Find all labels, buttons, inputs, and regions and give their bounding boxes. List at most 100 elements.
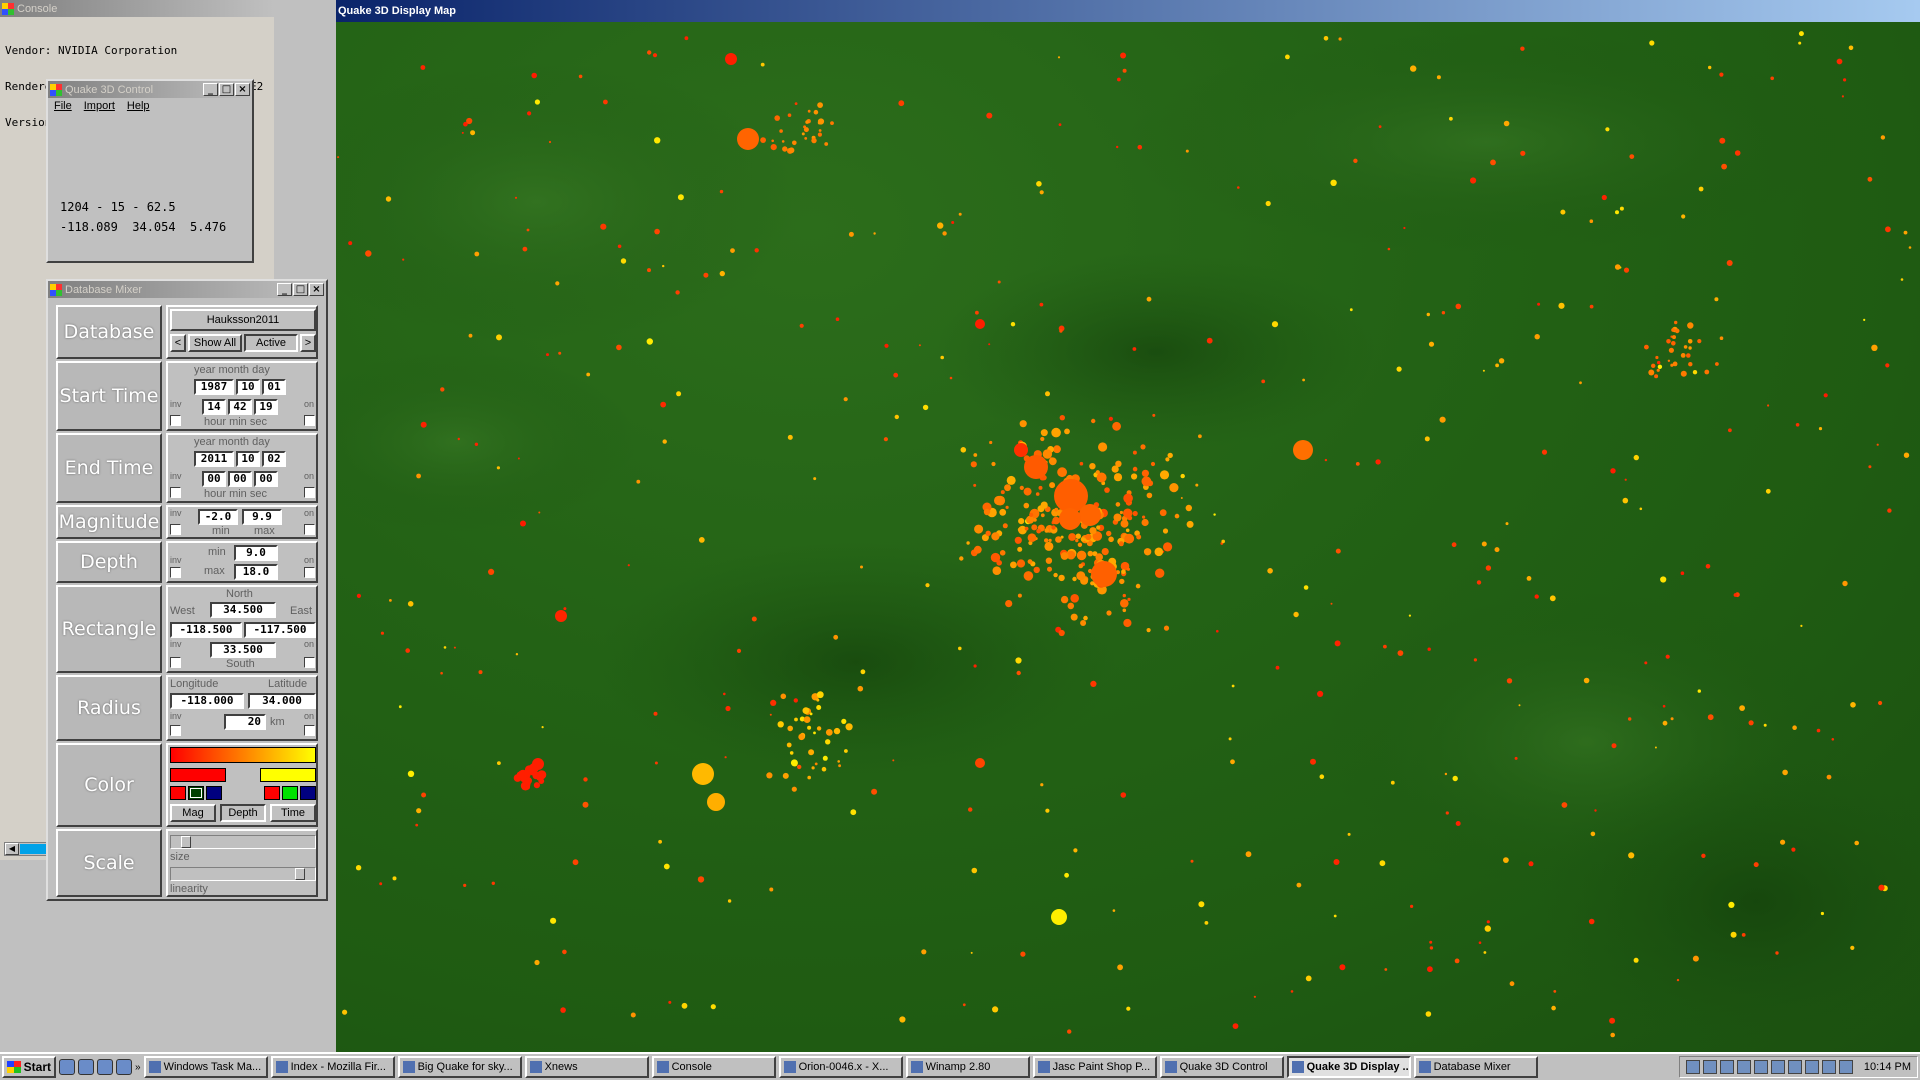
menu-help[interactable]: Help: [127, 100, 150, 114]
quicklaunch-app-icon[interactable]: [97, 1059, 113, 1075]
tray-temperature-icon[interactable]: [1787, 1060, 1802, 1074]
map-titlebar[interactable]: Quake 3D Display Map: [336, 0, 1920, 22]
taskbar-task-button[interactable]: Winamp 2.80: [905, 1056, 1030, 1078]
end-day-field[interactable]: 02: [262, 451, 286, 467]
menu-file[interactable]: File: [54, 100, 72, 114]
show-all-button[interactable]: Show All: [188, 334, 242, 352]
taskbar-task-button[interactable]: Quake 3D Display ...: [1286, 1056, 1411, 1078]
radius-km-field[interactable]: 20: [224, 714, 266, 730]
depth-max-field[interactable]: 18.0: [234, 564, 278, 580]
console-titlebar[interactable]: Console: [0, 0, 274, 17]
color-by-depth-button[interactable]: Depth: [220, 804, 266, 822]
tray-sync-icon[interactable]: [1753, 1060, 1768, 1074]
active-button[interactable]: Active: [244, 334, 298, 352]
depth-on-checkbox[interactable]: [304, 567, 315, 578]
mag-inv-checkbox[interactable]: [170, 524, 181, 535]
west-field[interactable]: -118.500: [170, 622, 242, 638]
high-blue-channel[interactable]: [300, 786, 316, 800]
high-red-channel[interactable]: [264, 786, 280, 800]
east-field[interactable]: -117.500: [244, 622, 316, 638]
mixer-titlebar[interactable]: Database Mixer _ □ ×: [48, 281, 326, 298]
latitude-field[interactable]: 34.000: [248, 693, 316, 709]
prev-database-button[interactable]: <: [170, 334, 186, 352]
color-gradient-bar[interactable]: [170, 747, 316, 763]
taskbar-task-button[interactable]: Xnews: [524, 1056, 649, 1078]
end-second-field[interactable]: 00: [254, 471, 278, 487]
mag-on-checkbox[interactable]: [304, 524, 315, 535]
rect-inv-checkbox[interactable]: [170, 657, 181, 668]
quicklaunch-refresh-icon[interactable]: [116, 1059, 132, 1075]
longitude-field[interactable]: -118.000: [170, 693, 244, 709]
taskbar-task-button[interactable]: Index - Mozilla Fir...: [270, 1056, 395, 1078]
start-second-field[interactable]: 19: [254, 399, 278, 415]
taskbar-task-button[interactable]: Jasc Paint Shop P...: [1032, 1056, 1157, 1078]
low-blue-channel[interactable]: [206, 786, 222, 800]
low-red-channel[interactable]: [170, 786, 186, 800]
radius-on-checkbox[interactable]: [304, 725, 315, 736]
start-minute-field[interactable]: 42: [228, 399, 252, 415]
taskbar-task-button[interactable]: Big Quake for sky...: [397, 1056, 522, 1078]
depth-min-field[interactable]: 9.0: [234, 545, 278, 561]
start-button[interactable]: Start: [2, 1056, 56, 1078]
start-day-field[interactable]: 01: [262, 379, 286, 395]
high-color-swatch[interactable]: [260, 768, 316, 782]
high-green-channel[interactable]: [282, 786, 298, 800]
start-inv-checkbox[interactable]: [170, 415, 181, 426]
tray-monitor-icon[interactable]: [1770, 1060, 1785, 1074]
close-icon[interactable]: ×: [235, 83, 250, 96]
end-minute-field[interactable]: 00: [228, 471, 252, 487]
quake-map-svg[interactable]: [336, 22, 1920, 1052]
low-green-channel[interactable]: [188, 786, 204, 800]
radius-inv-checkbox[interactable]: [170, 725, 181, 736]
start-year-field[interactable]: 1987: [194, 379, 234, 395]
taskbar-task-button[interactable]: Orion-0046.x - X...: [778, 1056, 903, 1078]
taskbar-task-button[interactable]: Console: [651, 1056, 776, 1078]
tray-cpu-icon[interactable]: [1804, 1060, 1819, 1074]
size-slider[interactable]: [170, 835, 316, 849]
end-on-checkbox[interactable]: [304, 487, 315, 498]
linearity-slider[interactable]: [170, 867, 316, 881]
size-slider-thumb[interactable]: [181, 836, 191, 848]
tray-printer-icon[interactable]: [1821, 1060, 1836, 1074]
maximize-icon[interactable]: □: [219, 83, 234, 96]
start-hour-field[interactable]: 14: [202, 399, 226, 415]
scroll-left-icon[interactable]: ◀: [5, 843, 19, 855]
tray-volume-icon[interactable]: [1702, 1060, 1717, 1074]
database-name-button[interactable]: Hauksson2011: [170, 309, 316, 331]
next-database-button[interactable]: >: [300, 334, 316, 352]
tray-display-icon[interactable]: [1838, 1060, 1853, 1074]
start-on-checkbox[interactable]: [304, 415, 315, 426]
mag-min-field[interactable]: -2.0: [198, 509, 238, 525]
start-month-field[interactable]: 10: [236, 379, 260, 395]
quake-map-canvas[interactable]: [336, 22, 1920, 1052]
rect-on-checkbox[interactable]: [304, 657, 315, 668]
low-color-swatch[interactable]: [170, 768, 226, 782]
south-field[interactable]: 33.500: [210, 642, 276, 658]
quicklaunch-browser-icon[interactable]: [78, 1059, 94, 1075]
color-by-mag-button[interactable]: Mag: [170, 804, 216, 822]
minimize-icon[interactable]: _: [203, 83, 218, 96]
minimize-icon[interactable]: _: [277, 283, 292, 296]
end-hour-field[interactable]: 00: [202, 471, 226, 487]
taskbar-task-button[interactable]: Quake 3D Control: [1159, 1056, 1284, 1078]
mag-max-field[interactable]: 9.9: [242, 509, 282, 525]
tray-security-icon[interactable]: [1719, 1060, 1734, 1074]
close-icon[interactable]: ×: [309, 283, 324, 296]
control-titlebar[interactable]: Quake 3D Control _ □ ×: [48, 81, 252, 98]
quicklaunch-desktop-icon[interactable]: [59, 1059, 75, 1075]
north-field[interactable]: 34.500: [210, 602, 276, 618]
depth-inv-checkbox[interactable]: [170, 567, 181, 578]
menu-import[interactable]: Import: [84, 100, 115, 114]
end-year-field[interactable]: 2011: [194, 451, 234, 467]
linearity-slider-thumb[interactable]: [295, 868, 305, 880]
taskbar-task-button[interactable]: Windows Task Ma...: [143, 1056, 268, 1078]
maximize-icon[interactable]: □: [293, 283, 308, 296]
earthquake-marker: [1483, 951, 1487, 954]
color-by-time-button[interactable]: Time: [270, 804, 316, 822]
chevron-right-icon[interactable]: »: [135, 1062, 141, 1073]
end-month-field[interactable]: 10: [236, 451, 260, 467]
end-inv-checkbox[interactable]: [170, 487, 181, 498]
tray-network-icon[interactable]: [1685, 1060, 1700, 1074]
taskbar-task-button[interactable]: Database Mixer: [1413, 1056, 1538, 1078]
tray-chat-icon[interactable]: [1736, 1060, 1751, 1074]
